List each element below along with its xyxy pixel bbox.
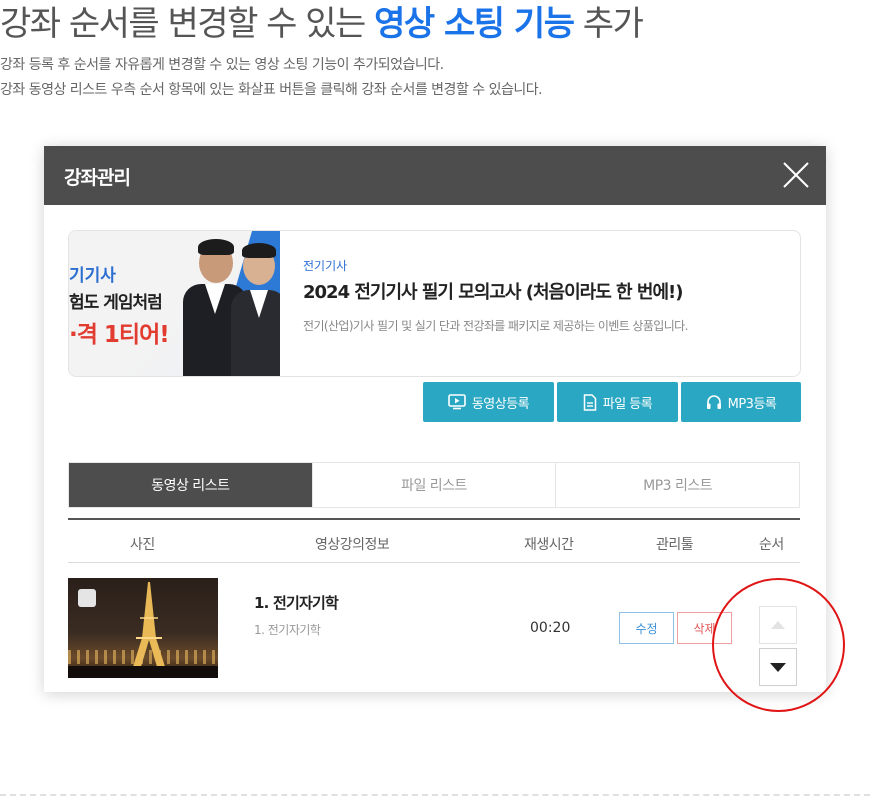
bottom-divider	[0, 794, 870, 796]
description-line-2: 강좌 동영상 리스트 우측 순서 항목에 있는 화살표 버튼을 클릭해 강좌 순…	[0, 82, 543, 98]
tab-mp3-list[interactable]: MP3 리스트	[555, 463, 799, 507]
video-duration: 00:20	[530, 620, 571, 636]
header-duration: 재생시간	[524, 537, 574, 553]
course-management-modal: 강좌관리 기기사 험도 게임처럼 ·격 1티어! 전기기사 2024 전기기사 …	[44, 146, 826, 692]
banner-text-2: 험도 게임처럼	[69, 293, 163, 313]
file-register-label: 파일 등록	[602, 396, 653, 412]
city-lights	[68, 650, 218, 664]
video-subtitle: 1. 전기자기학	[254, 623, 321, 637]
order-down-button[interactable]	[759, 648, 797, 686]
video-thumbnail	[68, 578, 218, 678]
product-description: 전기(산업)기사 필기 및 실기 단과 전강좌를 패키지로 제공하는 이벤트 상…	[303, 319, 688, 333]
header-order: 순서	[759, 537, 784, 553]
arrow-down-icon	[770, 662, 786, 672]
close-icon	[783, 162, 809, 188]
tab-video-list[interactable]: 동영상 리스트	[69, 463, 312, 507]
mp3-register-button[interactable]: MP3등록	[681, 382, 801, 422]
file-icon	[583, 393, 596, 411]
modal-title: 강좌관리	[64, 167, 131, 189]
header-lecture-info: 영상강의정보	[315, 537, 390, 553]
headline-highlight: 영상 소팅 기능	[374, 4, 575, 44]
video-title: 1. 전기자기학	[254, 594, 339, 612]
arrow-up-icon	[771, 621, 785, 629]
order-up-button[interactable]	[759, 606, 797, 644]
close-button[interactable]	[782, 161, 810, 189]
table-header: 사진 영상강의정보 재생시간 관리툴 순서	[68, 518, 800, 563]
modal-header: 강좌관리	[44, 146, 826, 205]
banner-person-2	[229, 231, 280, 376]
delete-button[interactable]: 삭제	[677, 612, 732, 644]
product-banner-image: 기기사 험도 게임처럼 ·격 1티어!	[69, 231, 280, 376]
mp3-register-label: MP3등록	[727, 396, 777, 412]
product-card: 기기사 험도 게임처럼 ·격 1티어! 전기기사 2024 전기기사 필기 모의…	[68, 230, 801, 377]
header-tools: 관리툴	[656, 537, 694, 553]
header-photo: 사진	[130, 537, 155, 553]
edit-button[interactable]: 수정	[619, 612, 674, 644]
banner-text-3: ·격 1티어!	[69, 322, 170, 348]
list-tabs: 동영상 리스트 파일 리스트 MP3 리스트	[68, 462, 800, 508]
product-title: 2024 전기기사 필기 모의고사 (처음이라도 한 번에!)	[303, 282, 683, 303]
description-line-1: 강좌 등록 후 순서를 자유롭게 변경할 수 있는 영상 소팅 기능이 추가되었…	[0, 57, 444, 73]
headline-prefix: 강좌 순서를 변경할 수 있는	[0, 4, 375, 44]
video-register-button[interactable]: 동영상등록	[423, 382, 554, 422]
tab-file-list[interactable]: 파일 리스트	[311, 463, 556, 507]
table-row: 1. 전기자기학 1. 전기자기학 00:20 수정 삭제	[68, 578, 800, 686]
headphones-icon	[706, 395, 721, 409]
row-checkbox[interactable]	[78, 589, 96, 607]
video-icon	[448, 394, 466, 410]
product-category: 전기기사	[303, 259, 348, 273]
video-register-label: 동영상등록	[471, 396, 530, 412]
file-register-button[interactable]: 파일 등록	[557, 382, 678, 422]
banner-text-1: 기기사	[69, 266, 116, 286]
page-headline: 강좌 순서를 변경할 수 있는 영상 소팅 기능 추가	[0, 0, 644, 45]
headline-suffix: 추가	[573, 4, 644, 44]
